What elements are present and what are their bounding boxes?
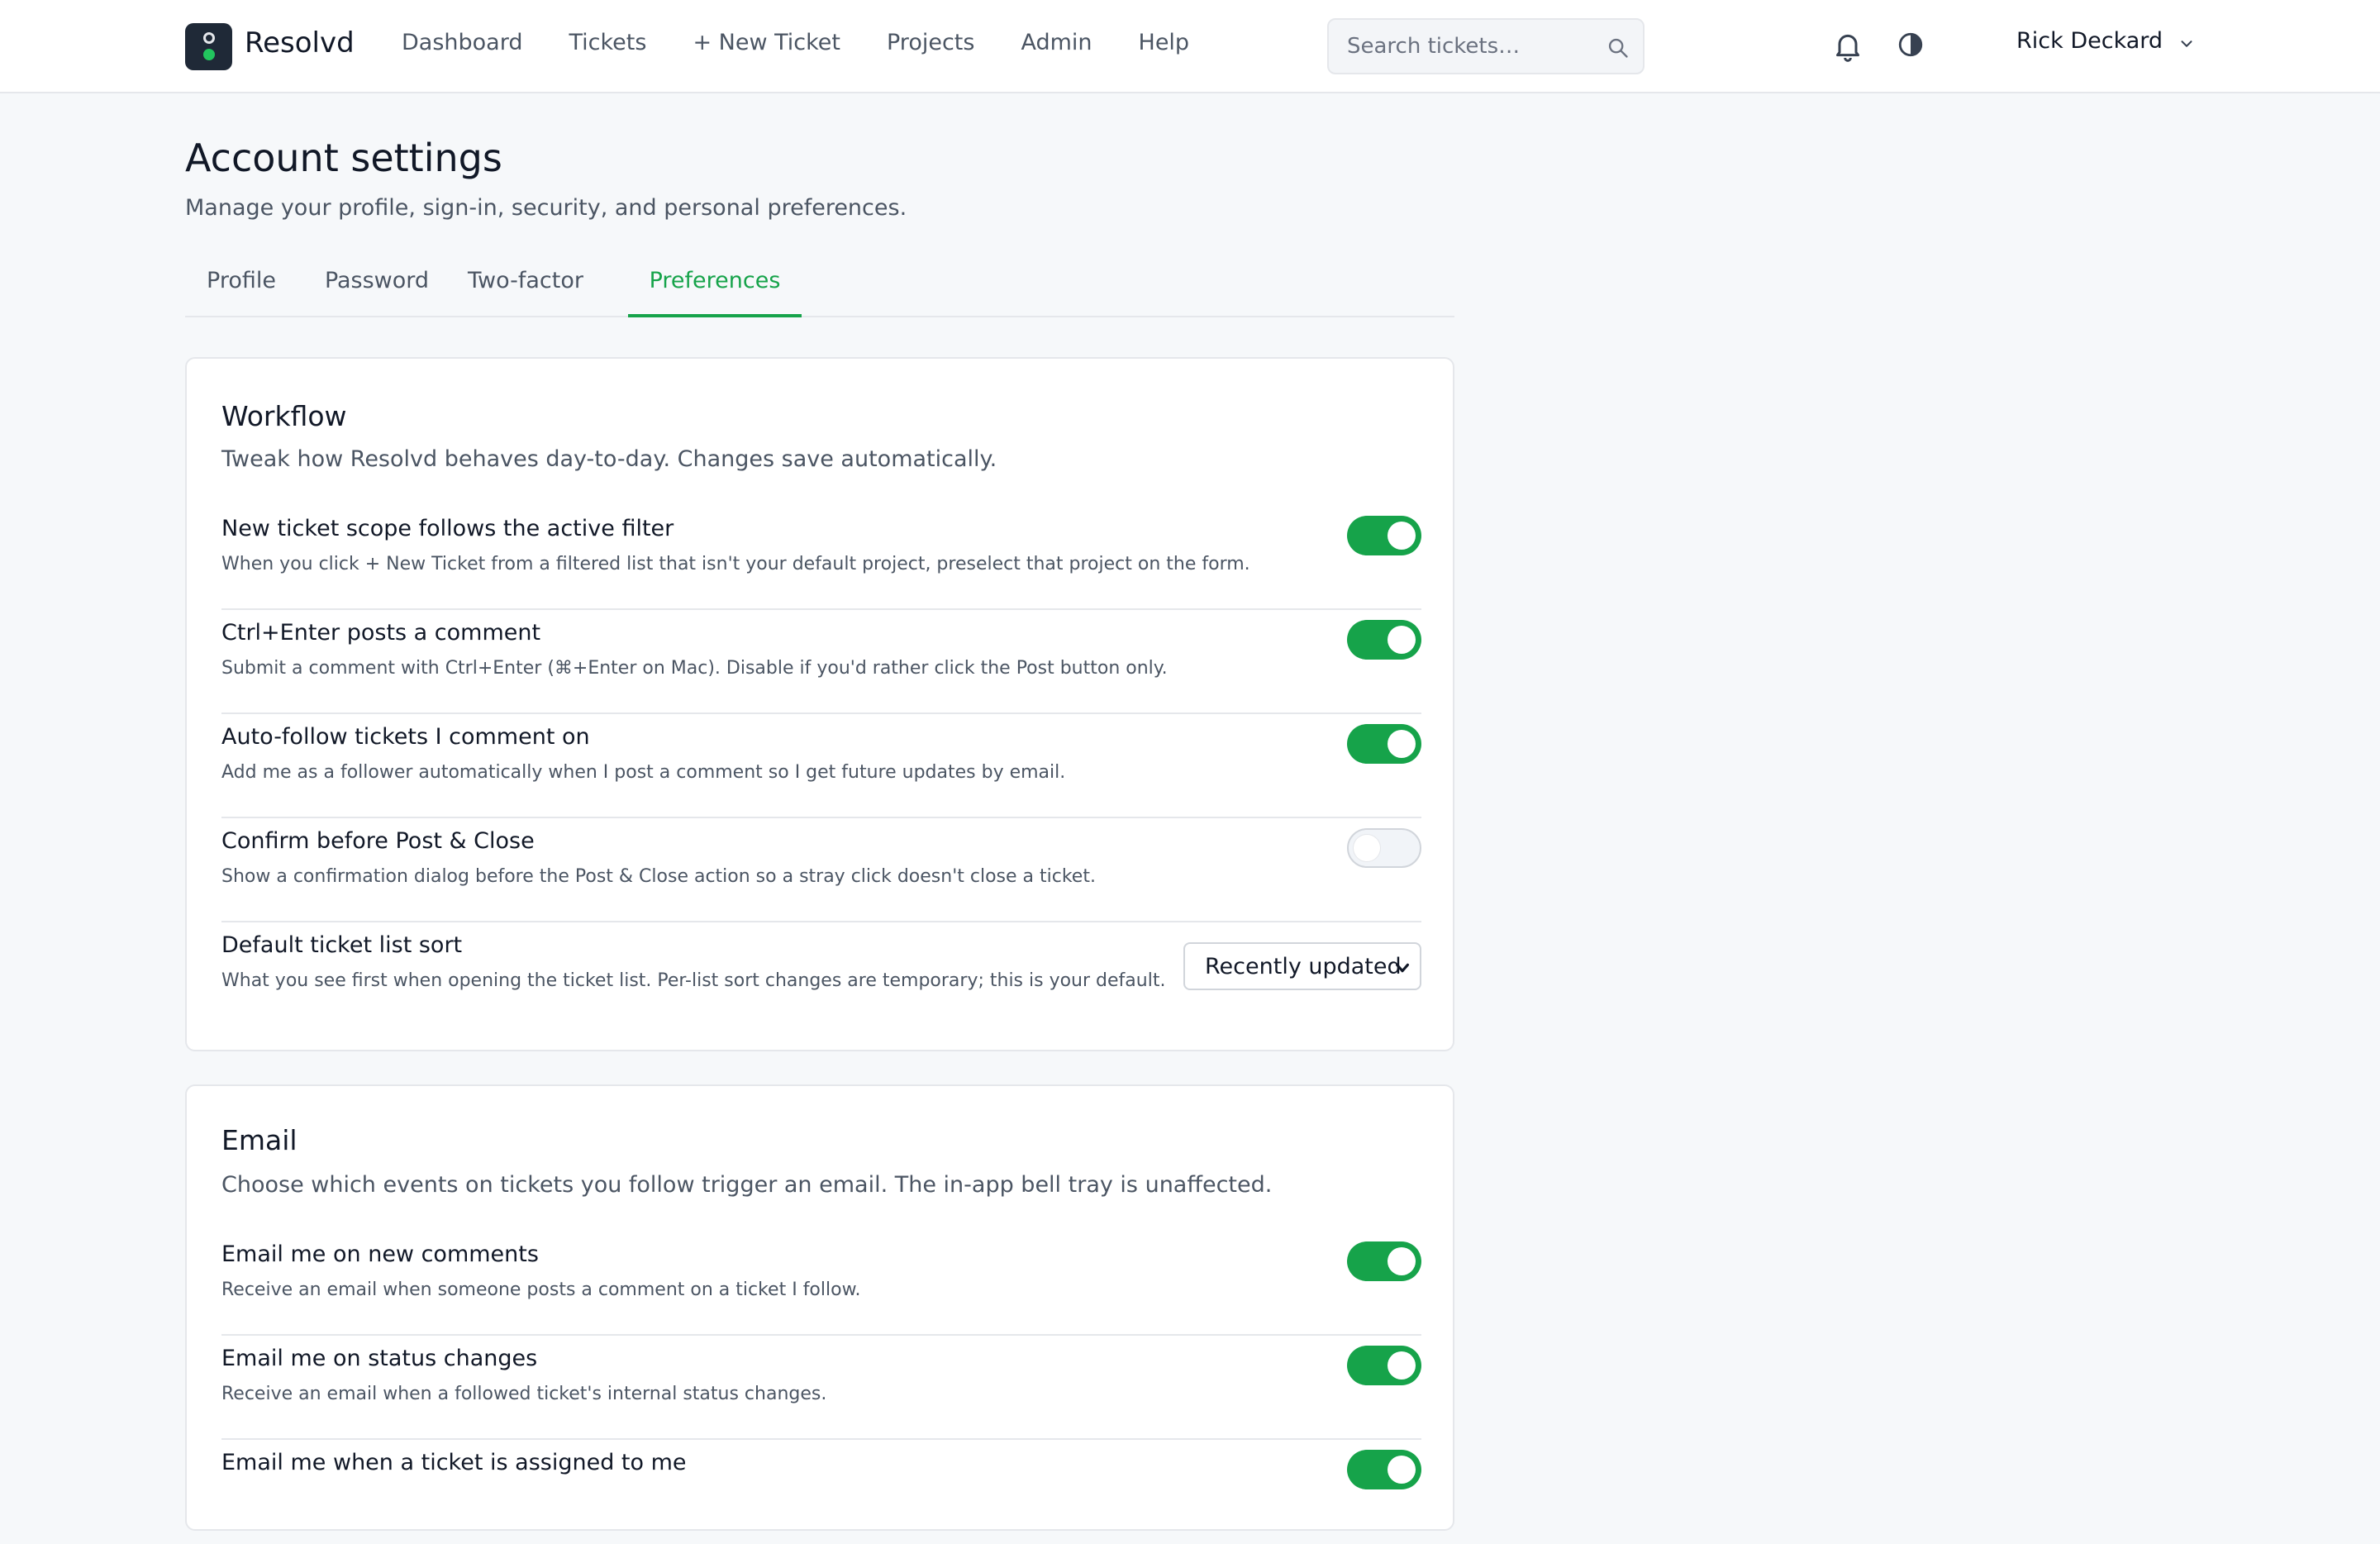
setting-help: Show a confirmation dialog before the Po… (221, 866, 1096, 887)
setting-row: Auto-follow tickets I comment on Add me … (221, 714, 1421, 818)
setting-label: Email me on new comments (221, 1241, 539, 1267)
workflow-description: Tweak how Resolvd behaves day-to-day. Ch… (221, 446, 997, 472)
nav-item-help[interactable]: Help (1139, 30, 1190, 55)
ctrl-enter-toggle[interactable] (1347, 620, 1421, 660)
app-name[interactable]: Resolvd (245, 26, 355, 60)
new-ticket-scope-toggle[interactable] (1347, 516, 1421, 555)
email-status-changes-toggle[interactable] (1347, 1346, 1421, 1385)
user-name[interactable]: Rick Deckard (2016, 28, 2163, 54)
setting-label: Auto-follow tickets I comment on (221, 724, 590, 750)
email-assigned-toggle[interactable] (1347, 1450, 1421, 1489)
theme-toggle-icon[interactable] (1897, 31, 1925, 59)
user-menu[interactable]: Rick Deckard (2016, 28, 2196, 54)
auto-follow-toggle[interactable] (1347, 724, 1421, 764)
setting-row: New ticket scope follows the active filt… (221, 506, 1421, 610)
setting-help: Receive an email when someone posts a co… (221, 1280, 861, 1300)
setting-label: Email me when a ticket is assigned to me (221, 1450, 687, 1475)
setting-label: Default ticket list sort (221, 932, 463, 958)
select-value: Recently updated (1205, 954, 1402, 979)
chevron-down-icon[interactable] (2178, 35, 2196, 53)
email-title: Email (221, 1124, 298, 1156)
workflow-title: Workflow (221, 400, 347, 432)
setting-row: Ctrl+Enter posts a comment Submit a comm… (221, 610, 1421, 714)
default-sort-select[interactable]: Recently updated (1183, 942, 1421, 990)
nav-item-projects[interactable]: Projects (887, 30, 974, 55)
setting-help: When you click + New Ticket from a filte… (221, 554, 1250, 574)
setting-help: Add me as a follower automatically when … (221, 762, 1066, 783)
settings-tabs: Profile Password Two-factor Preferences (185, 258, 1454, 317)
page-subtitle: Manage your profile, sign-in, security, … (185, 195, 907, 221)
nav-item-admin[interactable]: Admin (1021, 30, 1092, 55)
setting-row: Confirm before Post & Close Show a confi… (221, 818, 1421, 922)
setting-row: Email me when a ticket is assigned to me (221, 1440, 1421, 1544)
tab-profile[interactable]: Profile (185, 258, 298, 317)
setting-help: What you see first when opening the tick… (221, 970, 1166, 991)
setting-label: Email me on status changes (221, 1346, 538, 1371)
setting-row: Default ticket list sort What you see fi… (221, 922, 1421, 1027)
confirm-post-close-toggle[interactable] (1347, 828, 1421, 868)
email-new-comments-toggle[interactable] (1347, 1241, 1421, 1281)
setting-label: Confirm before Post & Close (221, 828, 535, 854)
main-nav: Dashboard Tickets + New Ticket Projects … (402, 30, 1235, 55)
search-box (1327, 18, 1645, 74)
search-icon[interactable] (1606, 36, 1630, 60)
nav-item-new-ticket[interactable]: + New Ticket (693, 30, 840, 55)
search-input[interactable] (1347, 31, 1595, 61)
setting-help: Submit a comment with Ctrl+Enter (⌘+Ente… (221, 658, 1168, 679)
setting-label: New ticket scope follows the active filt… (221, 516, 674, 541)
nav-item-tickets[interactable]: Tickets (569, 30, 646, 55)
setting-label: Ctrl+Enter posts a comment (221, 620, 541, 646)
page-title: Account settings (185, 136, 502, 180)
setting-help: Receive an email when a followed ticket'… (221, 1384, 827, 1404)
setting-row: Email me on status changes Receive an em… (221, 1336, 1421, 1440)
top-bar: Resolvd Dashboard Tickets + New Ticket P… (0, 0, 2380, 93)
tab-password[interactable]: Password (311, 258, 443, 317)
chevron-down-icon (1396, 963, 1409, 973)
workflow-card: Workflow Tweak how Resolvd behaves day-t… (185, 357, 1454, 1051)
email-description: Choose which events on tickets you follo… (221, 1172, 1273, 1198)
resolvd-logo-icon[interactable] (185, 23, 232, 70)
tab-two-factor[interactable]: Two-factor (456, 258, 595, 317)
bell-icon[interactable] (1831, 28, 1864, 63)
setting-row: Email me on new comments Receive an emai… (221, 1232, 1421, 1336)
nav-item-dashboard[interactable]: Dashboard (402, 30, 522, 55)
tab-preferences[interactable]: Preferences (628, 258, 802, 317)
email-card: Email Choose which events on tickets you… (185, 1084, 1454, 1531)
